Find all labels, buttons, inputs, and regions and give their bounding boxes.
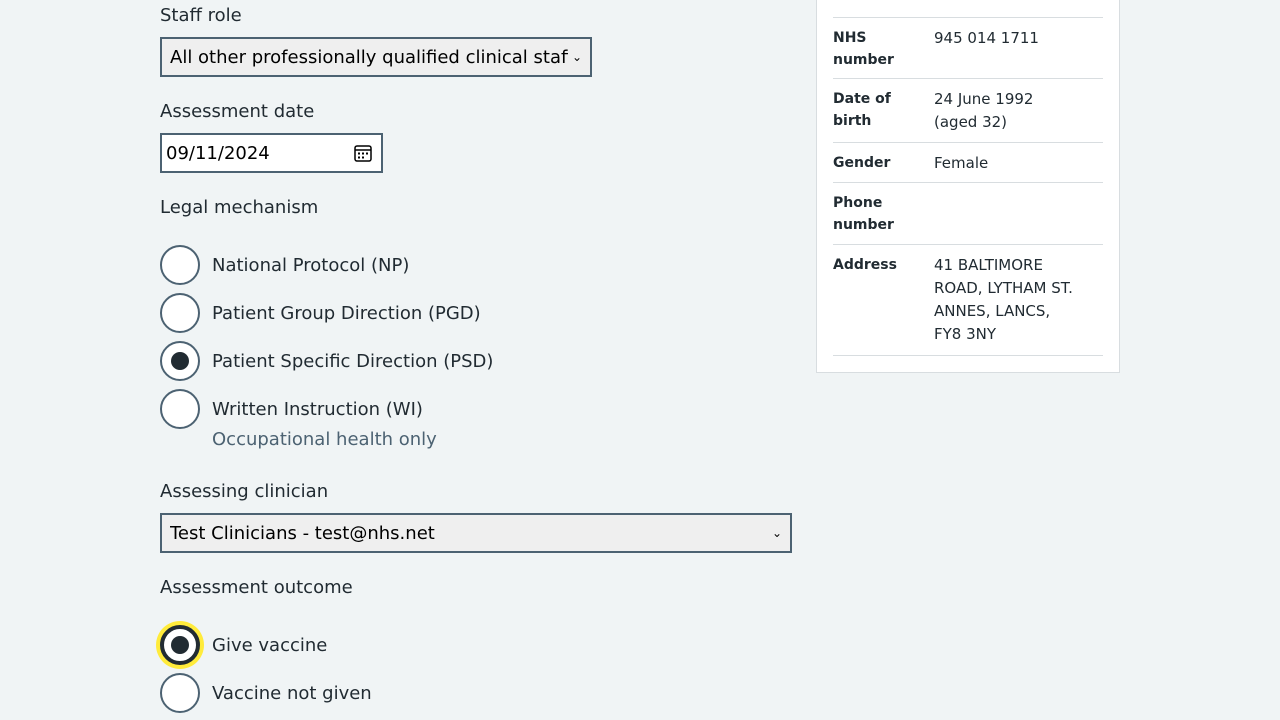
summary-key-date-of-birth: Date of birth (833, 91, 891, 129)
address-line: FY8 3NY (934, 325, 997, 343)
assessment-outcome-label: Assessment outcome (160, 577, 353, 598)
summary-dob-age: (aged 32) (934, 113, 1008, 131)
radio-give-vaccine[interactable] (160, 625, 200, 665)
chevron-down-icon: ⌄ (771, 526, 782, 540)
summary-row-phone-number: Phone number (833, 182, 1103, 244)
legal-mechanism-option-psd[interactable]: Patient Specific Direction (PSD) (160, 341, 493, 381)
assessment-outcome-option-give[interactable]: Give vaccine (160, 625, 327, 665)
assessment-date-input[interactable]: 09/11/2024 (160, 133, 383, 173)
staff-role-selected-value: All other professionally qualified clini… (170, 46, 568, 68)
summary-row-gender: Gender Female (833, 142, 1103, 182)
assessing-clinician-selected-value: Test Clinicians - test@nhs.net (170, 522, 435, 544)
legal-mechanism-option-pgd[interactable]: Patient Group Direction (PGD) (160, 293, 481, 333)
radio-label-give-vaccine: Give vaccine (212, 634, 328, 656)
radio-vaccine-not-given[interactable] (160, 673, 200, 713)
staff-role-label: Staff role (160, 5, 242, 26)
patient-summary-card: NHS number 945 014 1711 Date of birth 24… (816, 0, 1120, 373)
summary-value-date-of-birth: 24 June 1992 (aged 32) (934, 88, 1094, 134)
summary-key-nhs-number: NHS number (833, 30, 894, 68)
radio-label-psd: Patient Specific Direction (PSD) (212, 350, 494, 372)
radio-psd[interactable] (160, 341, 200, 381)
legal-mechanism-label: Legal mechanism (160, 197, 319, 218)
radio-pgd[interactable] (160, 293, 200, 333)
summary-row-date-of-birth: Date of birth 24 June 1992 (aged 32) (833, 78, 1103, 142)
summary-key-address: Address (833, 257, 897, 273)
assessment-date-label: Assessment date (160, 101, 315, 122)
radio-hint-wi: Occupational health only (212, 429, 437, 450)
summary-divider (833, 355, 1103, 356)
calendar-icon[interactable] (353, 143, 373, 163)
address-line: ANNES, LANCS, (934, 302, 1051, 320)
assessment-date-value: 09/11/2024 (166, 142, 270, 164)
radio-label-wi: Written Instruction (WI) (212, 398, 423, 420)
legal-mechanism-option-np[interactable]: National Protocol (NP) (160, 245, 409, 285)
address-line: ROAD, LYTHAM ST. (934, 279, 1073, 297)
summary-key-phone-number: Phone number (833, 195, 894, 233)
radio-np[interactable] (160, 245, 200, 285)
summary-row-address: Address 41 BALTIMORE ROAD, LYTHAM ST. AN… (833, 244, 1103, 355)
summary-value-nhs-number: 945 014 1711 (934, 29, 1039, 47)
summary-key-gender: Gender (833, 155, 891, 171)
chevron-down-icon: ⌄ (571, 50, 582, 64)
summary-row-nhs-number: NHS number 945 014 1711 (833, 17, 1103, 78)
legal-mechanism-option-wi[interactable]: Written Instruction (WI) (160, 389, 423, 429)
assessing-clinician-select[interactable]: Test Clinicians - test@nhs.net ⌄ (160, 513, 792, 553)
summary-value-address: 41 BALTIMORE ROAD, LYTHAM ST. ANNES, LAN… (934, 254, 1094, 346)
assessing-clinician-label: Assessing clinician (160, 481, 329, 502)
address-line: 41 BALTIMORE (934, 256, 1043, 274)
radio-label-vaccine-not-given: Vaccine not given (212, 682, 372, 704)
staff-role-select[interactable]: All other professionally qualified clini… (160, 37, 592, 77)
radio-wi[interactable] (160, 389, 200, 429)
radio-label-np: National Protocol (NP) (212, 254, 410, 276)
assessment-outcome-option-not-given[interactable]: Vaccine not given (160, 673, 372, 713)
summary-value-gender: Female (934, 154, 989, 172)
radio-label-pgd: Patient Group Direction (PGD) (212, 302, 481, 324)
summary-dob-date: 24 June 1992 (934, 90, 1034, 108)
